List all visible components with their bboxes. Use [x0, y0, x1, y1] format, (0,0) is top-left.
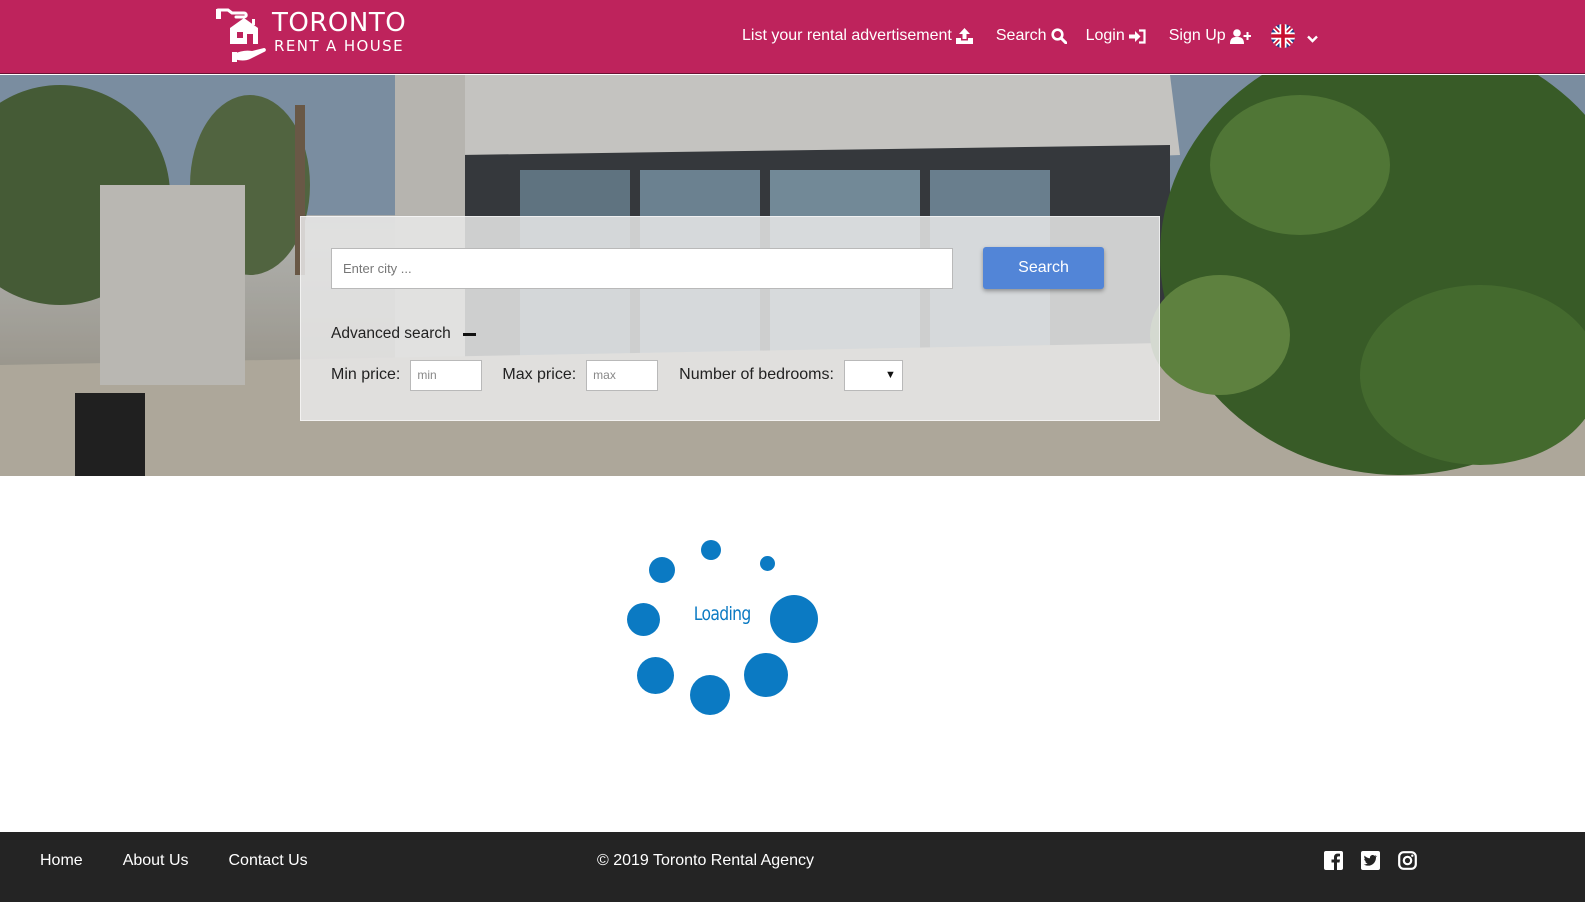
instagram-icon[interactable]: [1398, 851, 1417, 870]
uk-flag-icon: [1270, 24, 1295, 48]
facebook-icon[interactable]: [1324, 851, 1343, 870]
footer-link-about[interactable]: About Us: [123, 852, 189, 870]
min-price-input[interactable]: [410, 359, 483, 391]
language-selector[interactable]: [1270, 24, 1318, 48]
site-header: TORONTO RENT A HOUSE List your rental ad…: [0, 0, 1585, 74]
minus-icon: [462, 332, 476, 336]
footer-link-home[interactable]: Home: [40, 852, 83, 870]
advanced-search-toggle[interactable]: Advanced search: [331, 325, 476, 343]
twitter-icon[interactable]: [1361, 851, 1380, 870]
logo-title: TORONTO: [272, 8, 407, 38]
site-logo[interactable]: TORONTO RENT A HOUSE: [216, 8, 406, 64]
house-hand-icon: [216, 8, 266, 64]
search-button[interactable]: Search: [983, 247, 1104, 289]
spinner-dot: [690, 675, 730, 715]
search-panel: Search Advanced search Min price: Max pr…: [300, 216, 1160, 421]
footer-link-contact[interactable]: Contact Us: [229, 852, 308, 870]
nav-search[interactable]: Search: [996, 27, 1067, 45]
nav-list-advertisement[interactable]: List your rental advertisement: [742, 27, 973, 45]
nav-login-label: Login: [1085, 27, 1125, 44]
nav-search-label: Search: [995, 27, 1047, 44]
sign-in-icon: [1128, 28, 1146, 44]
city-search-input[interactable]: [331, 248, 953, 289]
footer-links: Home About Us Contact Us: [40, 852, 348, 870]
copyright-text: © 2019 Toronto Rental Agency: [597, 852, 814, 869]
nav-signup[interactable]: Sign Up: [1169, 27, 1251, 45]
chevron-down-icon: [1306, 35, 1318, 43]
advanced-filters: Min price: Max price: Number of bedrooms…: [331, 359, 903, 391]
user-plus-icon: [1229, 28, 1251, 44]
spinner-dot: [649, 557, 675, 583]
main-nav: List your rental advertisement Search Lo…: [742, 24, 1318, 48]
site-footer: Home About Us Contact Us © 2019 Toronto …: [0, 832, 1585, 902]
upload-icon: [955, 28, 973, 44]
social-links: [1324, 851, 1435, 870]
bedrooms-label: Number of bedrooms:: [679, 366, 834, 383]
logo-subtitle: RENT A HOUSE: [274, 37, 404, 55]
loading-text: Loading: [693, 603, 752, 625]
spinner-dot: [770, 595, 818, 643]
nav-login[interactable]: Login: [1086, 27, 1146, 45]
dropdown-arrow-icon: ▼: [885, 368, 896, 381]
min-price-label: Min price:: [331, 366, 401, 383]
nav-list-label: List your rental advertisement: [742, 27, 952, 44]
spinner-dot: [744, 653, 788, 697]
hero-banner: Search Advanced search Min price: Max pr…: [0, 75, 1585, 476]
loading-spinner: Loading: [620, 535, 820, 725]
advanced-search-label: Advanced search: [331, 325, 451, 342]
spinner-dot: [701, 540, 721, 560]
bedrooms-select[interactable]: ▼: [843, 359, 903, 391]
spinner-dot: [760, 556, 775, 571]
nav-signup-label: Sign Up: [1168, 27, 1226, 44]
spinner-dot: [637, 657, 674, 694]
spinner-dot: [627, 603, 660, 636]
max-price-input[interactable]: [586, 359, 659, 391]
max-price-label: Max price:: [502, 366, 577, 383]
search-icon: [1050, 28, 1067, 44]
